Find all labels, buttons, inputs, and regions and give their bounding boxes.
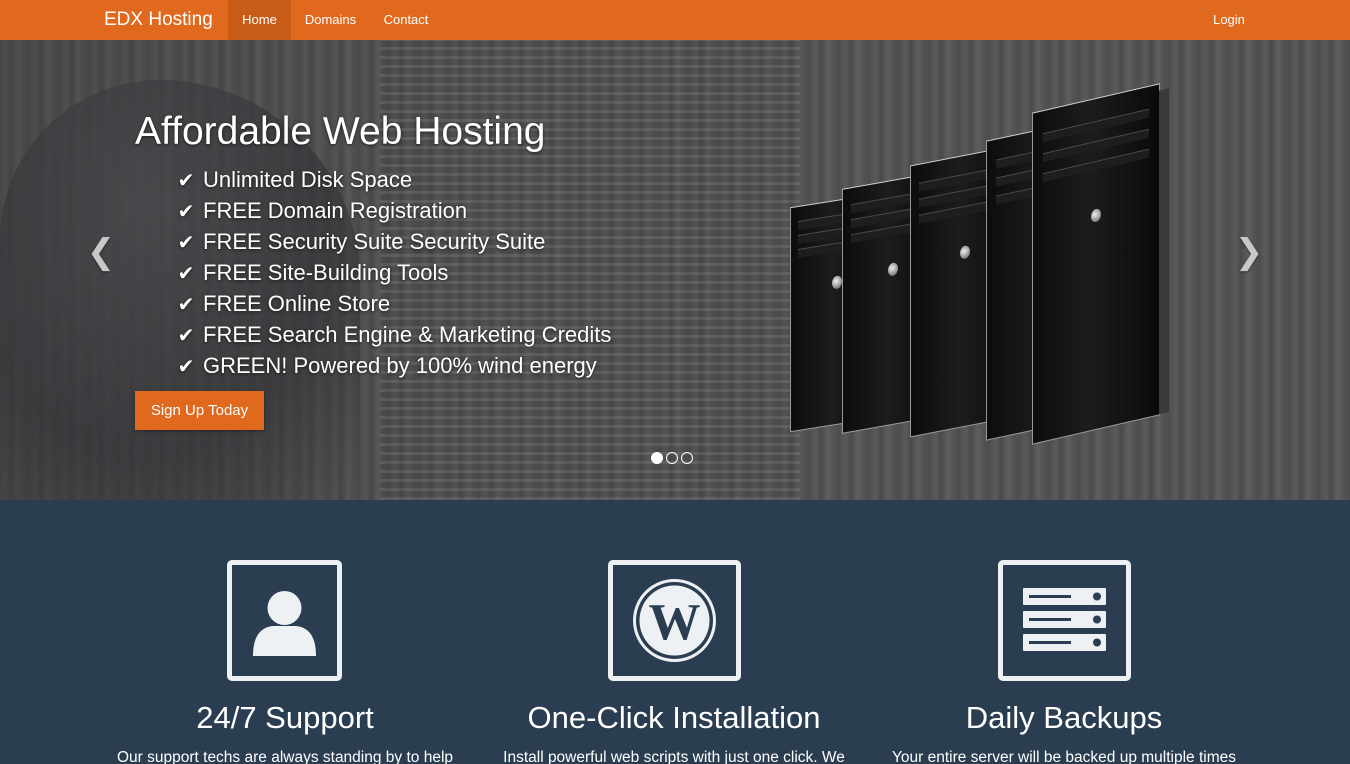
check-icon: ✔ (177, 325, 195, 347)
check-icon: ✔ (177, 170, 195, 192)
carousel-indicators (651, 452, 696, 464)
service-title-installation: One-Click Installation (527, 700, 821, 735)
check-icon: ✔ (177, 263, 195, 285)
feature-text: FREE Security Suite Security Suite (203, 229, 546, 254)
nav-home-link[interactable]: Home (228, 0, 291, 40)
hero-carousel: Affordable Web Hosting ✔ Unlimited Disk S… (0, 40, 1350, 500)
carousel-next-button[interactable]: ❯ (1234, 232, 1264, 272)
wordpress-icon: W (633, 579, 716, 662)
service-text-installation: Install powerful web scripts with just o… (503, 749, 845, 764)
feature-text: FREE Domain Registration (203, 198, 468, 223)
chevron-left-icon: ❮ (86, 233, 116, 271)
carousel-prev-button[interactable]: ❮ (86, 232, 116, 272)
feature-item: ✔ GREEN! Powered by 100% wind energy (175, 350, 611, 381)
check-icon: ✔ (177, 232, 195, 254)
nav-domains-link[interactable]: Domains (291, 0, 370, 40)
check-icon: ✔ (177, 356, 195, 378)
server-tower-5 (1032, 83, 1169, 445)
chevron-right-icon: ❯ (1234, 233, 1264, 271)
nav-login-link[interactable]: Login (1198, 0, 1260, 40)
check-icon: ✔ (177, 201, 195, 223)
feature-text: FREE Site-Building Tools (203, 260, 449, 285)
hero-title: Affordable Web Hosting (135, 110, 546, 153)
support-icon-box (227, 560, 342, 681)
service-text-support: Our support techs are always standing by… (116, 749, 454, 764)
service-title-backups: Daily Backups (965, 700, 1163, 735)
feature-item: ✔ FREE Site-Building Tools (175, 257, 611, 288)
check-icon: ✔ (177, 294, 195, 316)
carousel-indicator-2[interactable] (666, 452, 678, 464)
server-towers-image (780, 83, 1220, 445)
sign-up-button[interactable]: Sign Up Today (135, 391, 264, 430)
feature-text: GREEN! Powered by 100% wind energy (203, 353, 597, 378)
feature-item: ✔ FREE Security Suite Security Suite (175, 226, 611, 257)
feature-item: ✔ FREE Domain Registration (175, 195, 611, 226)
feature-text: Unlimited Disk Space (203, 167, 413, 192)
server-icon (1023, 588, 1106, 651)
feature-item: ✔ FREE Search Engine & Marketing Credits (175, 319, 612, 350)
server-icon-box (998, 560, 1131, 681)
carousel-indicator-1[interactable] (651, 452, 663, 464)
service-title-support: 24/7 Support (196, 700, 374, 735)
carousel-indicator-3[interactable] (681, 452, 693, 464)
user-icon (253, 591, 316, 656)
top-navbar: EDX Hosting Home Domains Contact Login (0, 0, 1350, 40)
feature-list: ✔ Unlimited Disk Space ✔ FREE Domain Regis… (175, 164, 612, 381)
wordpress-icon-box: W (608, 560, 741, 681)
feature-text: FREE Search Engine & Marketing Credits (203, 322, 612, 347)
svg-text:W: W (649, 594, 701, 651)
feature-item: ✔ Unlimited Disk Space (175, 164, 611, 195)
feature-text: FREE Online Store (203, 291, 391, 316)
service-text-backups: Your entire server will be backed up mul… (891, 749, 1237, 764)
feature-item: ✔ FREE Online Store (175, 288, 611, 319)
nav-contact-link[interactable]: Contact (370, 0, 442, 40)
services-section: 24/7 Support Our support techs are alway… (0, 500, 1350, 764)
brand-link[interactable]: EDX Hosting (104, 0, 213, 40)
